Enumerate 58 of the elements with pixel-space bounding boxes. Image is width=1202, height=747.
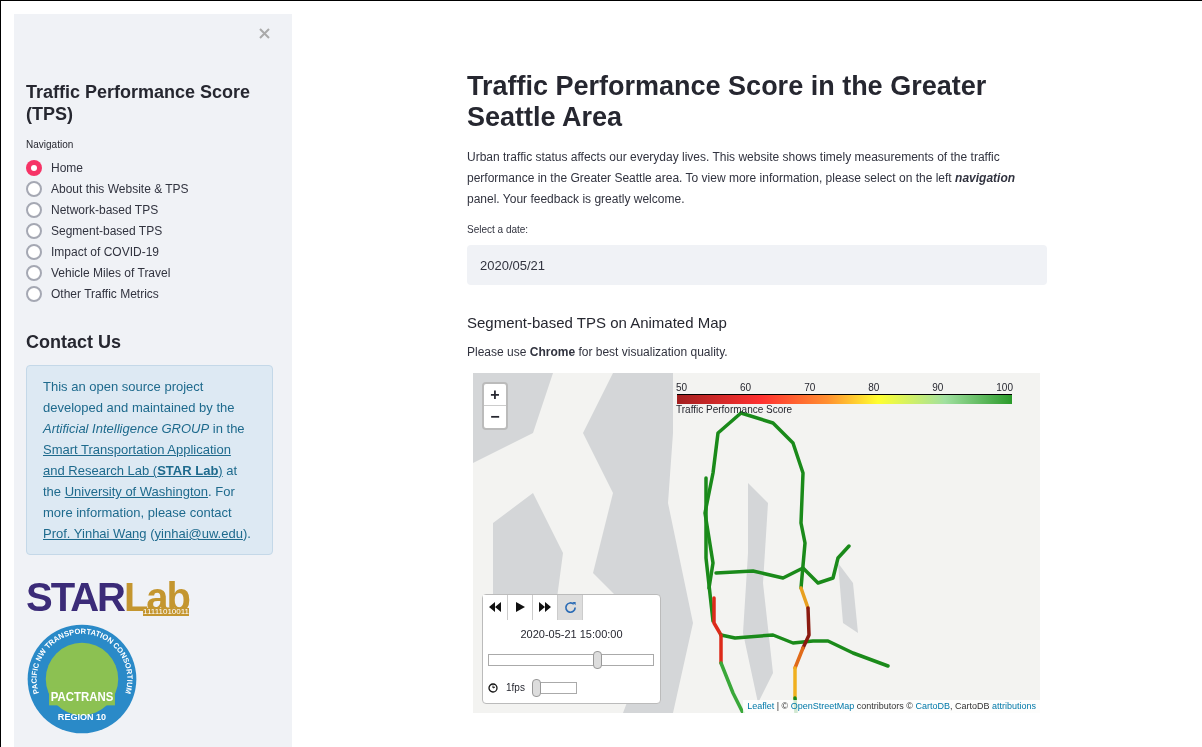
contact-link[interactable]: Prof. Yinhai Wang xyxy=(43,526,147,541)
date-label: Select a date: xyxy=(467,223,530,237)
sidebar-title: Traffic Performance Score (TPS) xyxy=(26,81,252,125)
loop-button[interactable] xyxy=(558,594,583,620)
radio-button[interactable] xyxy=(26,181,42,197)
radio-button[interactable] xyxy=(26,202,42,218)
contact-link[interactable]: Smart Transportation Application xyxy=(43,442,231,457)
legend-tick-label: 90 xyxy=(932,381,944,394)
close-icon[interactable] xyxy=(259,28,270,39)
legend-tick-label: 80 xyxy=(868,381,880,394)
navigation-label: Navigation xyxy=(26,138,75,152)
radio-button[interactable] xyxy=(26,223,42,239)
legend-caption: Traffic Performance Score xyxy=(676,403,793,416)
radio-button[interactable] xyxy=(26,286,42,302)
time-slider[interactable] xyxy=(488,654,654,666)
slider-thumb[interactable] xyxy=(593,651,603,669)
map-panel[interactable]: + − 50 60 70 80 90 100 Traffic Performance Score 2020-05-21 15:00:00 1fps Leaflet | © OpenStreetMap contributors © CartoDB, CartoDB attributions xyxy=(473,372,1040,713)
section-title: Segment-based TPS on Animated Map xyxy=(467,313,728,333)
legend-tick-label: 70 xyxy=(804,381,816,394)
attribution-link[interactable]: CartoDB xyxy=(915,700,950,711)
navigation-radio-option[interactable]: Segment-based TPS xyxy=(26,222,280,240)
attribution-link[interactable]: Leaflet xyxy=(747,700,775,711)
contact-paragraph: This an open source project developed and maintained by the Artificial Intelligence GROUP in the Smart Transportation Application and Research Lab (STAR Lab) at the University of Washington. For more information, please contact Prof. Yinhai Wang (yinhai@uw.edu). xyxy=(43,378,252,543)
contact-title: Contact Us xyxy=(26,331,122,354)
contact-link[interactable]: yinhai@uw.edu xyxy=(154,526,243,541)
zoom-in-button[interactable]: + xyxy=(484,383,506,406)
timestamp-label: 2020-05-21 15:00:00 xyxy=(519,626,624,642)
date-input-field[interactable]: 2020/05/21 xyxy=(467,245,1047,285)
navigation-radio-option[interactable]: Other Traffic Metrics xyxy=(26,285,280,303)
zoom-out-button[interactable]: − xyxy=(484,405,506,428)
rewind-button[interactable] xyxy=(483,594,508,620)
contact-link[interactable]: University of Washington xyxy=(64,484,208,499)
radio-button[interactable] xyxy=(26,244,42,260)
browser-note: Please use Chrome for best visualization quality. xyxy=(467,343,729,361)
fast-forward-icon xyxy=(539,602,551,612)
clock-icon xyxy=(488,682,498,693)
attribution-link[interactable]: attributions xyxy=(991,700,1036,711)
play-icon xyxy=(515,602,525,612)
legend-tick-label: 60 xyxy=(740,381,752,394)
navigation-radio-option[interactable]: Network-based TPS xyxy=(26,201,280,219)
map-attribution: Leaflet | © OpenStreetMap contributors © CartoDB, CartoDB attributions xyxy=(743,699,1040,713)
intro-paragraph: Urban traffic status affects our everyday lives. This website shows timely measurements of the traffic performance in the Greater Seattle area. To view more information, please select on the left navigation panel. Your feedback is greatly welcome. xyxy=(467,149,1017,208)
rewind-icon xyxy=(489,602,501,612)
fps-slider[interactable] xyxy=(532,681,577,694)
page-title: Traffic Performance Score in the Greater Seattle Area xyxy=(467,71,988,133)
loop-icon xyxy=(563,600,577,614)
navigation-radio-option[interactable]: Impact of COVID-19 xyxy=(26,243,280,261)
legend-tick-label: 50 xyxy=(676,381,688,394)
fps-label: 1fps xyxy=(506,681,525,695)
radio-button[interactable] xyxy=(26,265,42,281)
navigation-radio-option[interactable]: Home xyxy=(26,159,280,177)
navigation-radio-option[interactable]: About this Website & TPS xyxy=(26,180,280,198)
radio-button[interactable] xyxy=(26,160,42,176)
attribution-link[interactable]: OpenStreetMap xyxy=(790,700,855,711)
contact-link[interactable]: and Research Lab (STAR Lab) xyxy=(43,463,223,478)
legend-tick-label: 100 xyxy=(996,381,1013,394)
navigation-radio-option[interactable]: Vehicle Miles of Travel xyxy=(26,264,280,282)
slider-thumb[interactable] xyxy=(532,678,541,697)
